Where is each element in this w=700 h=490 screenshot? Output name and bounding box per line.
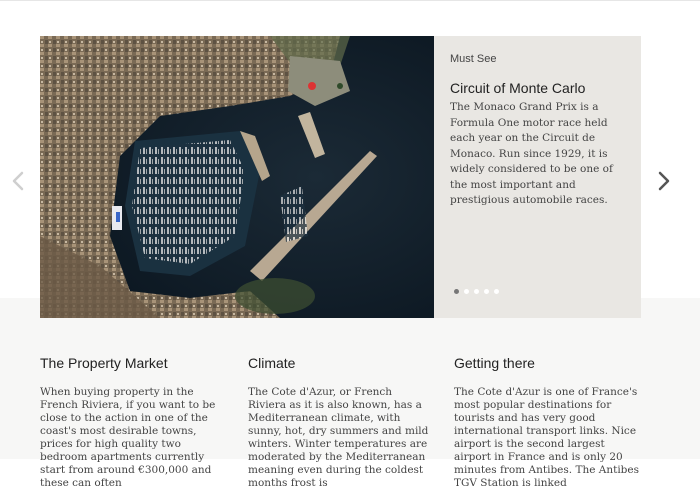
section-climate: Climate The Cote d'Azur, or French Rivie… [248,355,433,490]
slide-dot-4[interactable] [484,289,489,294]
slide-dot-5[interactable] [494,289,499,294]
chevron-right-icon [658,171,670,191]
slide-title: Circuit of Monte Carlo [450,80,586,96]
carousel-next-button[interactable] [654,170,674,192]
section-title: The Property Market [40,355,168,371]
slide-caption-panel: Must See Circuit of Monte Carlo The Mona… [434,36,641,318]
carousel-prev-button[interactable] [8,170,28,192]
carousel: Must See Circuit of Monte Carlo The Mona… [40,36,641,318]
chevron-left-icon [12,171,24,191]
section-title: Getting there [454,355,535,371]
section-body: The Cote d'Azur, or French Riviera as it… [248,386,429,489]
slide-image [40,36,434,318]
slide-eyebrow: Must See [450,53,497,65]
slide-dot-1[interactable] [454,289,459,294]
section-body: The Cote d'Azur is one of France's most … [454,386,640,489]
section-getting-there: Getting there The Cote d'Azur is one of … [454,355,639,490]
top-divider [0,0,700,1]
slide-pagination [454,289,499,294]
section-title: Climate [248,355,296,371]
slide-description: The Monaco Grand Prix is a Formula One m… [450,101,613,206]
section-body: When buying property in the French Rivie… [40,386,216,489]
slide-dot-3[interactable] [474,289,479,294]
section-property-market: The Property Market When buying property… [40,355,225,490]
harbour-aerial-photo [40,36,434,318]
slide-dot-2[interactable] [464,289,469,294]
